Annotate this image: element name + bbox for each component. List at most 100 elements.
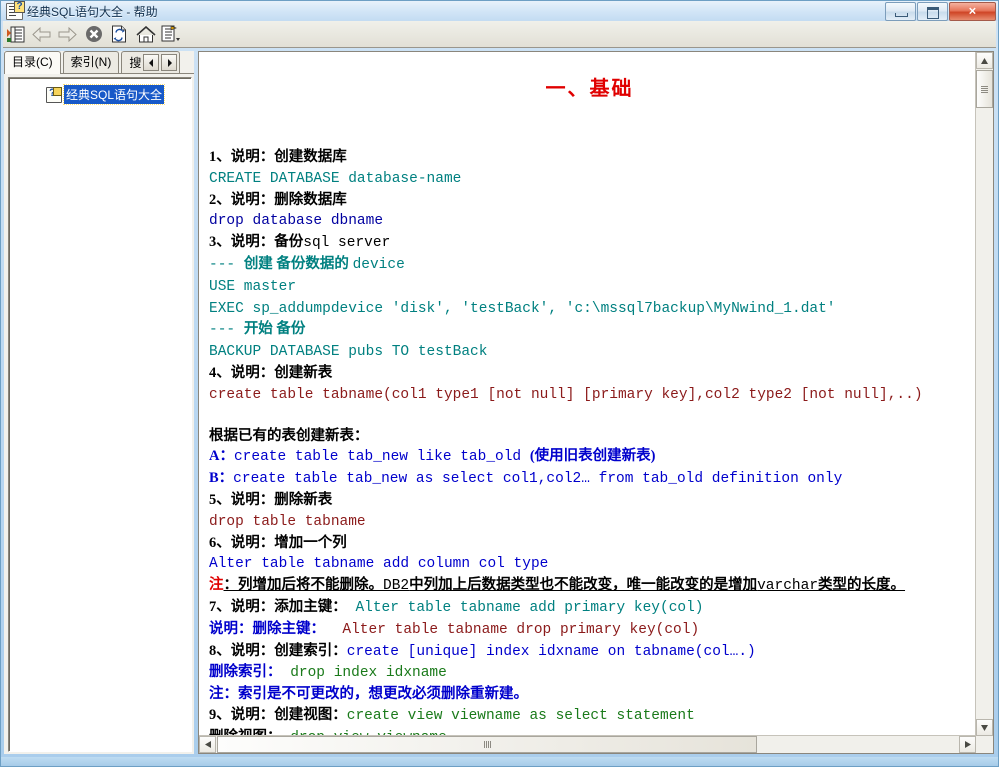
document-line: 8、说明：创建索引：create [unique] index idxname … (209, 641, 970, 663)
document-line: Alter table tabname add column col type (209, 553, 970, 575)
content-pane: 一、基础 1、说明：创建数据库 CREATE DATABASE database-… (198, 51, 994, 754)
document-line: drop table tabname (209, 511, 970, 533)
prose-text: 3、说明：备份 (209, 234, 304, 251)
document-line: A：create table tab_new like tab_old (使用旧… (209, 446, 970, 468)
code-text: sql server (303, 235, 391, 252)
maximize-icon (927, 7, 939, 19)
forward-button[interactable] (55, 22, 80, 46)
scroll-grip-icon (483, 741, 491, 748)
prose-text: 注 (209, 577, 224, 594)
code-text: Alter table tabname drop primary key(col… (325, 621, 700, 638)
window-controls: ✕ (885, 2, 996, 21)
prose-text: 开始 备份 (243, 321, 306, 338)
document-line: --- 创建 备份数据的 device (209, 254, 970, 276)
options-button[interactable] (159, 22, 184, 46)
tab-index[interactable]: 索引(N) (62, 51, 120, 73)
prose-text: 列增加后将不能删除。 (238, 577, 383, 594)
code-text: create table tab_new like tab_old (233, 449, 530, 466)
prose-text: ： (223, 577, 239, 594)
document-line: 说明：删除主键： Alter table tabname drop primar… (209, 619, 970, 641)
scroll-left-button[interactable] (199, 736, 216, 753)
prose-text: 2、说明：删除数据库 (209, 191, 347, 208)
stop-button[interactable] (81, 22, 106, 46)
options-dropdown-icon (161, 25, 183, 43)
scrollbar-corner (976, 736, 993, 753)
code-text: Alter table tabname add column col type (209, 556, 549, 573)
code-text: Alter table tabname add primary key(col) (346, 599, 704, 616)
document-line: 根据已有的表创建新表： (209, 426, 970, 447)
document-line: 2、说明：删除数据库 (209, 190, 970, 211)
code-text: --- (209, 322, 244, 339)
document-line: 7、说明：添加主键： Alter table tabname add prima… (209, 597, 970, 619)
tree-item[interactable]: 经典SQL语句大全 (46, 84, 166, 105)
document-line: EXEC sp_addumpdevice 'disk', 'testBack',… (209, 298, 970, 320)
hide-navigation-pane-icon (6, 26, 25, 43)
arrow-right-icon (58, 26, 77, 42)
scroll-down-button[interactable] (976, 719, 993, 736)
code-text: create view viewname as select statement (346, 707, 695, 724)
prose-text: 9、说明：创建视图： (209, 706, 347, 723)
help-topic-icon (46, 86, 62, 103)
prose-text: 1、说明：创建数据库 (209, 149, 347, 165)
nav-tabstrip: 目录(C) 索引(N) 搜 (4, 51, 194, 74)
document-line: 3、说明：备份sql server (209, 232, 970, 254)
document-line: USE master (209, 276, 970, 298)
contents-tree[interactable]: 经典SQL语句大全 (8, 77, 192, 752)
tab-search-label: 搜 (129, 55, 142, 70)
tab-search[interactable]: 搜 (121, 51, 181, 73)
document-line: 注：列增加后将不能删除。DB2中列加上后数据类型也不能改变，唯一能改变的是增加v… (209, 575, 970, 597)
home-icon (135, 25, 156, 43)
document-line: BACKUP DATABASE pubs TO testBack (209, 341, 970, 363)
toolbar (3, 21, 996, 48)
hide-pane-button[interactable] (3, 22, 28, 46)
document-line: 6、说明：增加一个列 (209, 533, 970, 554)
prose-text: 说明：删除主键： (209, 620, 325, 637)
document-line: 4、说明：创建新表 (209, 363, 970, 384)
document-line: 注：索引是不可更改的，想更改必须删除重新建。 (209, 684, 970, 705)
status-bar (1, 757, 998, 766)
page-title: 一、基础 (545, 78, 634, 100)
document-line: 删除索引： drop index idxname (209, 662, 970, 684)
prose-text: 中列加上后数据类型也不能改变，唯一能改变的是增加 (409, 577, 758, 594)
horizontal-scrollbar[interactable] (199, 735, 976, 753)
document-line: create table tabname(col1 type1 [not nul… (209, 384, 970, 406)
prose-text: (使用旧表创建新表) (529, 448, 656, 465)
refresh-button[interactable] (107, 22, 132, 46)
scroll-up-button[interactable] (976, 52, 993, 69)
code-text: USE master (209, 278, 297, 295)
code-text: EXEC sp_addumpdevice 'disk', 'testBack',… (209, 300, 836, 317)
document-line: --- 开始 备份 (209, 319, 970, 341)
prose-text: 8、说明：创建索引： (209, 642, 347, 659)
prose-text: 删除索引： (209, 664, 282, 681)
prose-text: 5、说明：删除新表 (209, 491, 333, 508)
document-line: 9、说明：创建视图：create view viewname as select… (209, 705, 970, 727)
vertical-scrollbar[interactable] (975, 52, 993, 736)
help-viewer-window: 经典SQL语句大全 - 帮助 ✕ (0, 0, 999, 767)
document-line: 1、说明：创建数据库 (209, 147, 970, 168)
tab-scroll-left-button[interactable] (143, 54, 160, 71)
close-button[interactable]: ✕ (949, 2, 996, 21)
prose-text: 根据已有的表创建新表： (209, 427, 369, 444)
maximize-button[interactable] (917, 2, 948, 21)
tab-contents[interactable]: 目录(C) (4, 51, 61, 74)
minimize-button[interactable] (885, 2, 916, 21)
document-line: CREATE DATABASE database-name (209, 168, 970, 190)
vertical-scroll-thumb[interactable] (976, 70, 993, 108)
prose-text: 7、说明：添加主键： (209, 598, 347, 615)
code-text: DB2 (383, 578, 410, 595)
code-text: BACKUP DATABASE pubs TO testBack (209, 344, 488, 361)
navigation-pane: 目录(C) 索引(N) 搜 经典SQL语句大全 (4, 51, 194, 754)
prose-text: 类型的长度。 (818, 577, 906, 594)
home-button[interactable] (133, 22, 158, 46)
arrow-left-icon (32, 26, 51, 42)
minimize-icon (895, 13, 908, 17)
prose-text: 注：索引是不可更改的，想更改必须删除重新建。 (209, 686, 528, 703)
document-line: B：create table tab_new as select col1,co… (209, 468, 970, 490)
scroll-right-button[interactable] (959, 736, 976, 753)
horizontal-scroll-thumb[interactable] (217, 736, 757, 753)
help-book-icon (6, 0, 25, 20)
code-text: create table tab_new as select col1,col2… (233, 471, 843, 488)
back-button[interactable] (29, 22, 54, 46)
tab-scroll-right-button[interactable] (161, 54, 178, 71)
